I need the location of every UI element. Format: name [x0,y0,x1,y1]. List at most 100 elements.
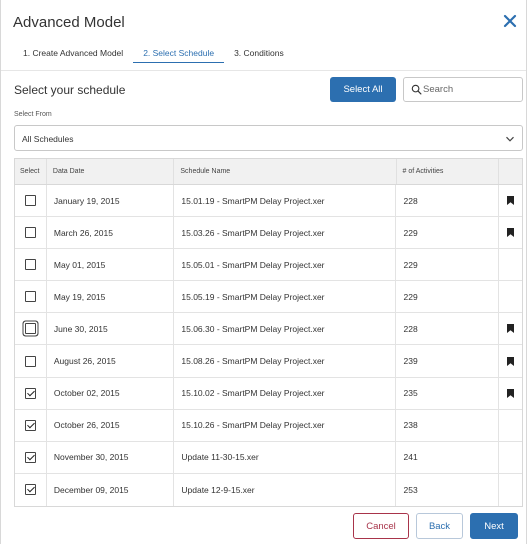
row-checkbox[interactable] [24,259,36,271]
data-date-cell: November 30, 2015 [47,441,175,473]
data-date-cell: March 26, 2015 [47,217,175,249]
table-row[interactable]: December 09, 2015 Update 12-9-15.xer 253 [15,473,522,506]
chevron-down-icon [506,136,514,142]
select-cell [15,185,47,217]
bookmark-icon[interactable] [507,228,515,238]
activities-cell: 239 [396,345,500,377]
row-checkbox[interactable] [24,419,36,431]
advanced-model-dialog: Advanced Model 1. Create Advanced Model 2… [0,0,527,544]
bookmark-cell [499,249,522,280]
table-header: Select Data Date Schedule Name # of Acti… [15,159,522,185]
activities-cell: 229 [396,217,500,249]
activities-cell: 253 [396,473,500,506]
bookmark-cell [499,410,522,441]
schedule-name-cell: 15.03.26 - SmartPM Delay Project.xer [174,217,397,249]
dialog-title: Advanced Model [13,14,125,31]
wizard-step-2[interactable]: 2. Select Schedule [133,46,224,63]
search-input[interactable] [423,81,519,98]
dialog-footer: Cancel Back Next [1,507,526,544]
table-row[interactable]: May 19, 2015 15.05.19 - SmartPM Delay Pro… [15,281,522,314]
schedule-name-cell: 15.01.19 - SmartPM Delay Project.xer [174,185,397,217]
data-date-cell: October 02, 2015 [47,377,175,409]
bookmark-cell [499,378,522,409]
activities-cell: 238 [396,409,500,441]
schedule-source-select[interactable]: All Schedules [14,125,523,151]
schedule-name-cell: 15.10.26 - SmartPM Delay Project.xer [174,409,397,441]
row-checkbox[interactable] [24,323,36,335]
table-row[interactable]: August 26, 2015 15.08.26 - SmartPM Delay … [15,345,522,378]
activities-cell: 235 [396,377,500,409]
wizard-step-1[interactable]: 1. Create Advanced Model [13,46,133,62]
activities-cell: 228 [396,185,500,217]
select-cell [15,377,47,409]
schedule-name-cell: Update 11-30-15.xer [174,441,397,473]
row-checkbox[interactable] [24,387,36,399]
row-checkbox[interactable] [24,195,36,207]
bookmark-cell [499,281,522,312]
schedule-name-cell: Update 12-9-15.xer [174,473,397,506]
select-cell [15,409,47,441]
table-row[interactable]: October 02, 2015 15.10.02 - SmartPM Delay… [15,377,522,410]
data-date-cell: May 19, 2015 [47,281,175,313]
data-date-cell: June 30, 2015 [47,313,175,345]
back-button[interactable]: Back [416,513,463,539]
select-from-label: Select From [14,111,52,118]
activities-cell: 229 [396,249,500,281]
dialog-header: Advanced Model [1,0,526,44]
data-date-cell: May 01, 2015 [47,249,175,281]
row-checkbox[interactable] [24,291,36,303]
header-divider [1,70,526,71]
select-cell [15,217,47,249]
search-icon [411,84,422,95]
table-body: January 19, 2015 15.01.19 - SmartPM Delay… [15,185,522,506]
select-cell [15,345,47,377]
row-checkbox[interactable] [24,451,36,463]
row-checkbox[interactable] [24,355,36,367]
activities-cell: 229 [396,281,500,313]
header-select: Select [15,159,47,184]
search-box[interactable] [403,77,523,102]
bookmark-icon[interactable] [507,324,515,334]
table-row[interactable]: January 19, 2015 15.01.19 - SmartPM Delay… [15,185,522,218]
bookmark-cell [499,217,522,248]
select-all-button[interactable]: Select All [330,77,396,102]
data-date-cell: January 19, 2015 [47,185,175,217]
wizard-step-3[interactable]: 3. Conditions [224,46,294,62]
next-button[interactable]: Next [470,513,518,539]
schedule-source-value: All Schedules [22,134,74,144]
select-cell [15,281,47,313]
cancel-button[interactable]: Cancel [353,513,409,539]
bookmark-icon[interactable] [507,356,515,366]
bookmark-cell [499,442,522,473]
table-row[interactable]: March 26, 2015 15.03.26 - SmartPM Delay P… [15,217,522,250]
activities-cell: 228 [396,313,500,345]
schedule-name-cell: 15.08.26 - SmartPM Delay Project.xer [174,345,397,377]
table-row[interactable]: June 30, 2015 15.06.30 - SmartPM Delay Pr… [15,313,522,346]
section-title: Select your schedule [14,83,126,97]
bookmark-icon[interactable] [507,196,515,206]
row-checkbox[interactable] [24,484,36,496]
wizard-steps: 1. Create Advanced Model 2. Select Schedu… [13,46,294,63]
schedules-table: Select Data Date Schedule Name # of Acti… [14,158,523,507]
select-cell [15,249,47,281]
bookmark-cell [499,345,522,376]
table-row[interactable]: November 30, 2015 Update 11-30-15.xer 241 [15,441,522,474]
header-activities[interactable]: # of Activities [397,159,500,184]
schedule-name-cell: 15.05.01 - SmartPM Delay Project.xer [174,249,397,281]
data-date-cell: December 09, 2015 [47,473,175,506]
bookmark-cell [499,313,522,344]
select-cell [15,313,47,345]
data-date-cell: October 26, 2015 [47,409,175,441]
close-icon[interactable] [502,13,518,29]
header-schedule-name[interactable]: Schedule Name [174,159,397,184]
table-row[interactable]: May 01, 2015 15.05.01 - SmartPM Delay Pro… [15,249,522,282]
bookmark-icon[interactable] [507,388,515,398]
row-checkbox[interactable] [24,227,36,239]
header-bookmark [499,159,522,184]
bookmark-cell [499,185,522,216]
bookmark-cell [499,474,522,506]
header-data-date[interactable]: Data Date [47,159,175,184]
select-cell [15,441,47,473]
table-row[interactable]: October 26, 2015 15.10.26 - SmartPM Delay… [15,409,522,442]
schedule-name-cell: 15.10.02 - SmartPM Delay Project.xer [174,377,397,409]
